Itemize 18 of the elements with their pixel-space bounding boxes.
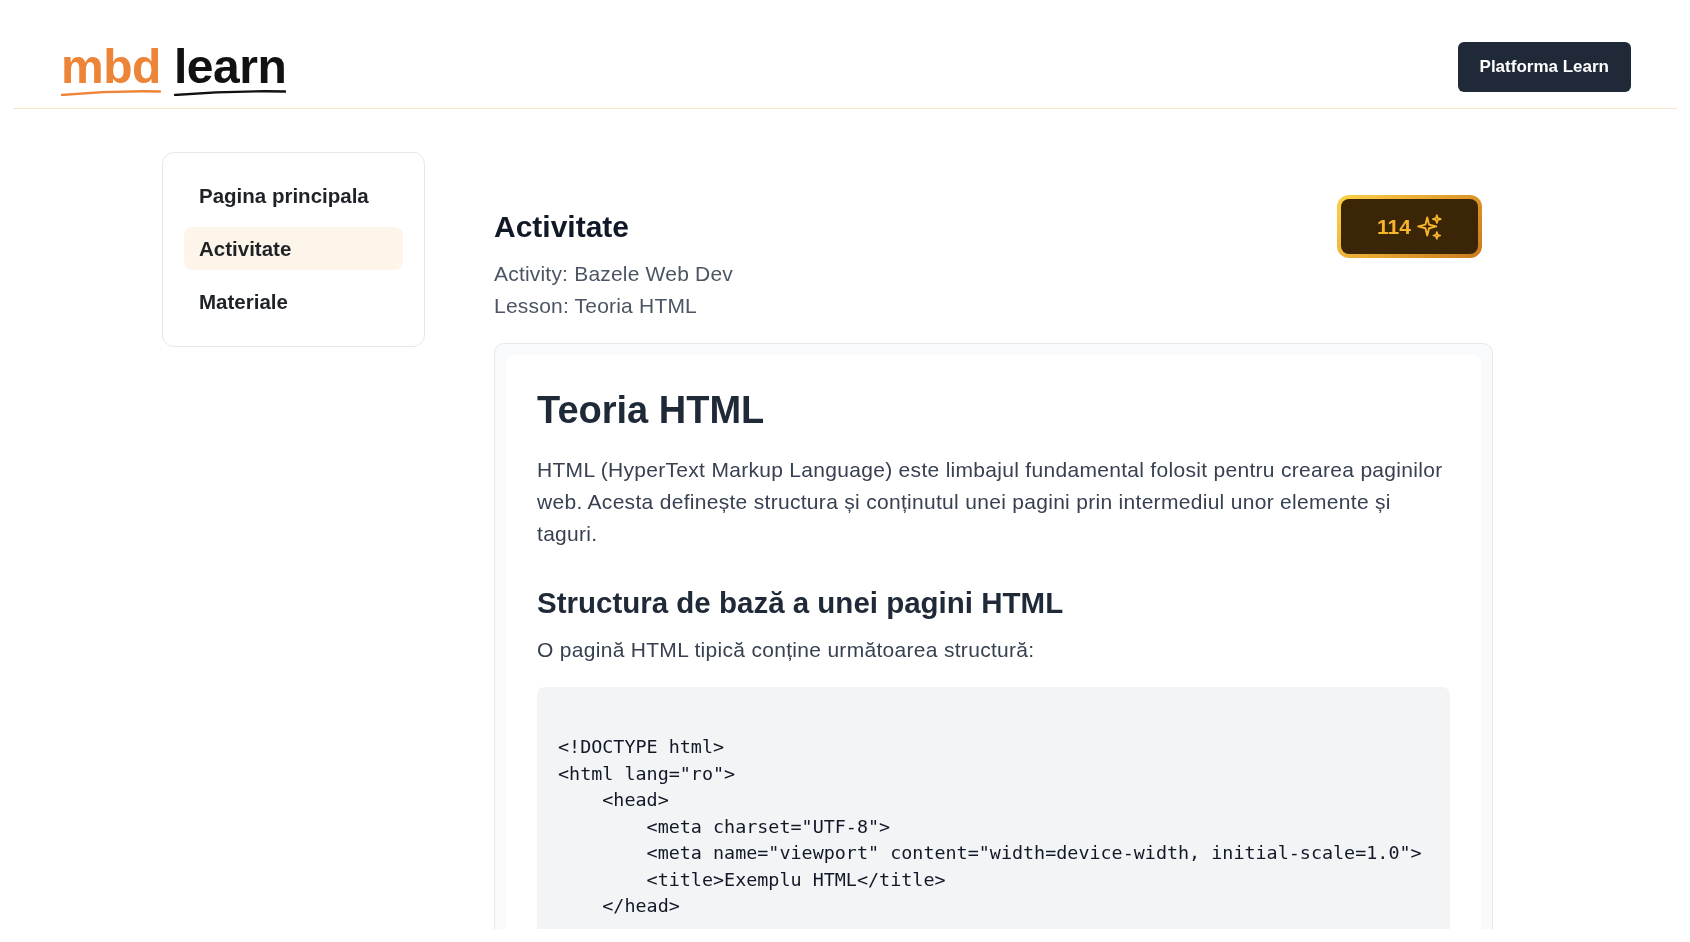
points-count: 114 (1377, 214, 1411, 239)
sparkles-icon (1416, 213, 1442, 240)
lesson-title: Teoria HTML (537, 388, 766, 433)
paragraph: HTML (HyperText Markup Language) este limbajul fundamental folosit pentru crearea paginilor web. Acesta definește structura și conținutul unei pagini prin intermediul unor elemente și taguri. (537, 457, 1444, 547)
section-heading: Structura de bază a unei pagini HTML (537, 585, 1065, 621)
activity-label: Activity: Bazele Web Dev (494, 261, 734, 287)
platform-button[interactable]: Platforma Learn (1457, 42, 1631, 92)
sidebar-item[interactable]: Materiale (184, 280, 403, 323)
sidebar-item[interactable]: Pagina principala (184, 174, 403, 217)
swoosh-icon (61, 90, 161, 96)
page-title: Activitate (494, 209, 630, 244)
logo-wordmark: learn (174, 44, 287, 90)
paragraph: O pagină HTML tipică conține următoarea structură: (537, 637, 1036, 663)
logo-wordmark: mbd (61, 44, 161, 90)
lesson-label: Lesson: Teoria HTML (494, 293, 698, 319)
code-block: <!DOCTYPE html> <html lang="ro"> <head> <meta charset="UTF-8"> <meta name="viewport" content="width=device-width, initial-scale=1.0"> <title>Exemplu HTML</title> </head> (537, 687, 1450, 929)
swoosh-icon (174, 90, 287, 96)
sidebar-item[interactable]: Activitate (184, 227, 403, 270)
